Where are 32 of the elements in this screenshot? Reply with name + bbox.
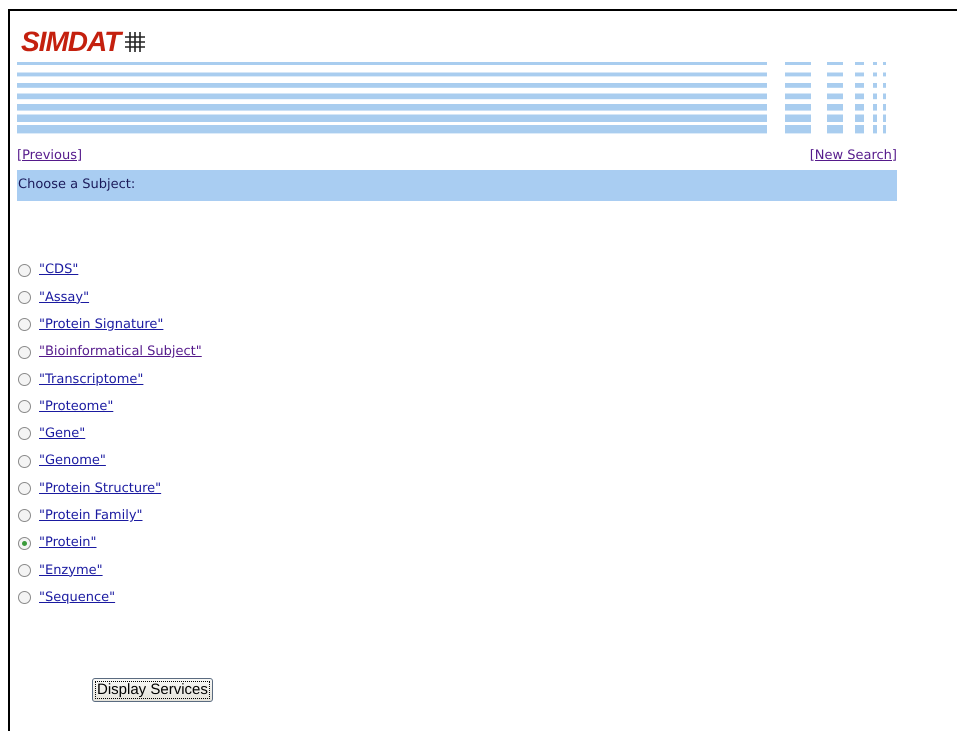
grid-icon (124, 31, 146, 53)
radio-button[interactable] (18, 400, 31, 414)
section-header: Choose a Subject: (17, 170, 897, 200)
radio-button[interactable] (18, 454, 31, 468)
radio-button[interactable] (18, 564, 31, 577)
new-search-link[interactable]: [New Search] (810, 146, 897, 166)
radio-button[interactable] (18, 536, 31, 550)
subject-link[interactable]: "Proteome" (39, 396, 114, 416)
logo-text: SIMDAT (21, 28, 120, 56)
subject-link[interactable]: "Gene" (39, 424, 86, 444)
radio-button[interactable] (18, 346, 31, 359)
radio-button[interactable] (18, 318, 31, 332)
subject-link[interactable]: "CDS" (39, 260, 78, 280)
subject-link[interactable]: "Sequence" (39, 588, 116, 608)
radio-button[interactable] (18, 591, 31, 604)
subject-link[interactable]: "Genome" (39, 451, 106, 471)
subject-link[interactable]: "Protein" (39, 533, 97, 553)
radio-button[interactable] (18, 264, 31, 277)
radio-button[interactable] (18, 482, 31, 496)
subject-link[interactable]: "Protein Family" (39, 506, 142, 526)
radio-button[interactable] (18, 427, 31, 440)
subject-link[interactable]: "Bioinformatical Subject" (39, 342, 202, 362)
previous-link[interactable]: [Previous] (17, 146, 82, 166)
radio-button[interactable] (18, 509, 31, 522)
subject-link[interactable]: "Protein Structure" (39, 478, 162, 498)
subject-link[interactable]: "Assay" (39, 288, 90, 308)
subject-link[interactable]: "Protein Signature" (39, 314, 164, 334)
subject-link[interactable]: "Transcriptome" (39, 370, 144, 390)
display-services-button[interactable]: Display Services (92, 678, 213, 702)
radio-button[interactable] (18, 290, 31, 304)
radio-button[interactable] (18, 372, 31, 386)
subject-link[interactable]: "Enzyme" (39, 560, 103, 580)
